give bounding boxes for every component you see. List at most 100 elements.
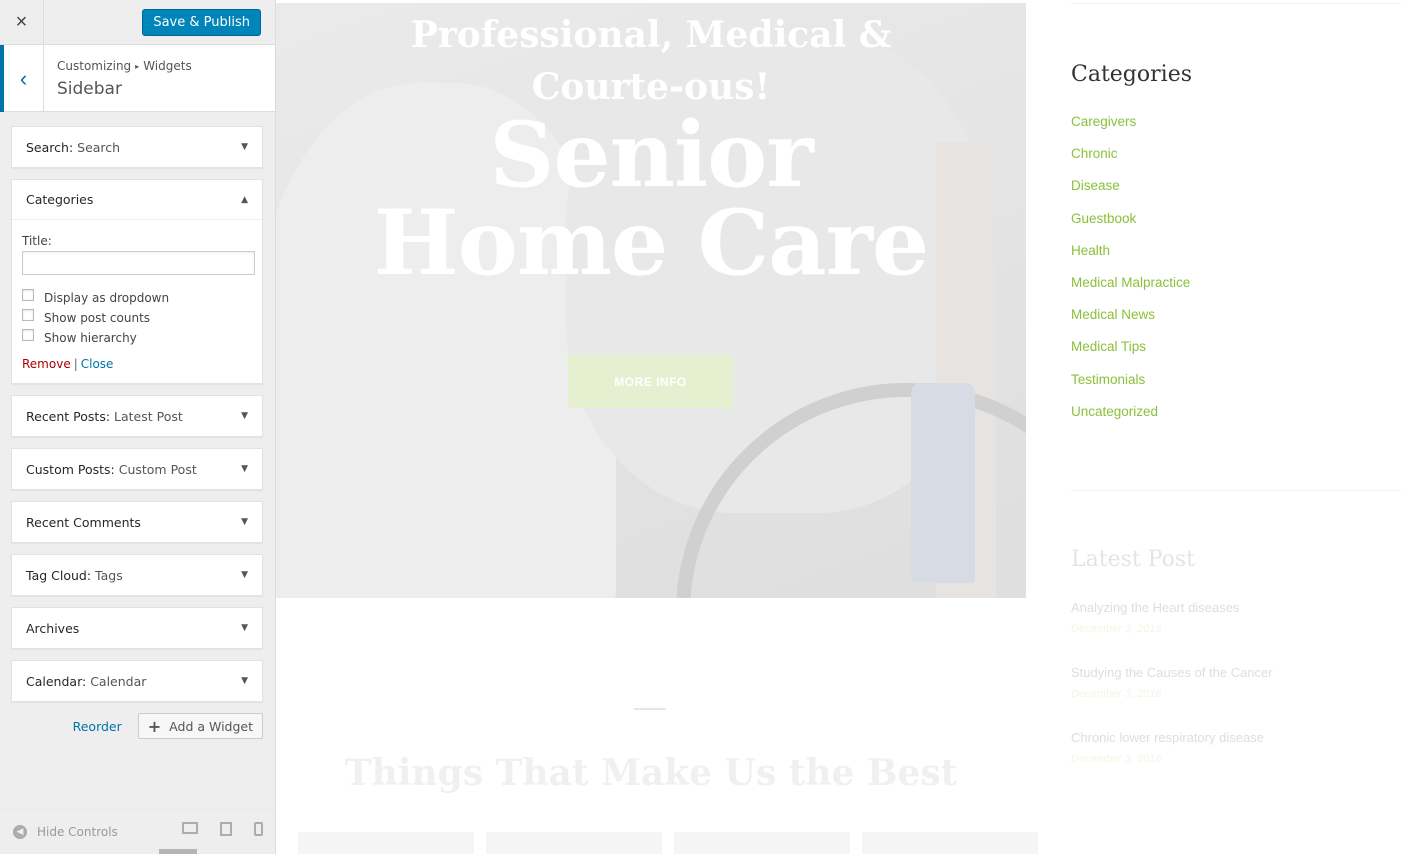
reorder-link[interactable]: Reorder [73,719,122,734]
latest-post-item: Analyzing the Heart diseases December 3,… [1071,600,1273,665]
widget-header[interactable]: Categories ▲ [12,180,262,220]
widget-name: Archives [26,620,80,636]
category-link[interactable]: Uncategorized [1071,404,1190,436]
customizer-header: × Save & Publish [0,0,275,45]
widget-archives: Archives ▼ [11,607,263,649]
widget-header[interactable]: Custom Posts: Custom Post ▼ [12,449,262,489]
close-customizer-button[interactable]: × [0,0,44,45]
post-counts-option: Show post counts [22,308,252,328]
more-info-button[interactable]: MORE INFO [568,355,733,408]
category-link[interactable]: Caregivers [1071,114,1190,146]
latest-post-item: Studying the Causes of the Cancer Decemb… [1071,665,1273,730]
category-link[interactable]: Testimonials [1071,372,1190,404]
caret-down-icon[interactable]: ▼ [241,517,248,527]
feature-thumbnail[interactable] [862,832,1038,854]
widget-tag-cloud: Tag Cloud: Tags ▼ [11,554,263,596]
widget-header[interactable]: Recent Comments ▼ [12,502,262,542]
tablet-preview-icon[interactable] [220,822,232,836]
widget-header[interactable]: Tag Cloud: Tags ▼ [12,555,262,595]
widget-actions: Remove | Close [22,357,252,371]
latest-post-heading: Latest Post [1071,547,1195,572]
sidebar-divider [1071,490,1401,491]
widget-title: Custom Post [118,461,197,477]
customizer-footer: ◀ Hide Controls [0,809,275,854]
category-link[interactable]: Chronic [1071,146,1190,178]
post-date: December 3, 2016 [1071,623,1162,635]
post-date: December 3, 2016 [1071,753,1162,765]
widget-header[interactable]: Search: Search ▼ [12,127,262,167]
widget-header[interactable]: Recent Posts: Latest Post ▼ [12,396,262,436]
categories-list: Caregivers Chronic Disease Guestbook Hea… [1071,114,1190,436]
category-link[interactable]: Guestbook [1071,211,1190,243]
category-link[interactable]: Medical News [1071,307,1190,339]
latest-post-item: Chronic lower respiratory disease Decemb… [1071,730,1273,795]
hero-title-line: Senior [489,102,813,208]
category-link[interactable]: Medical Tips [1071,339,1190,371]
caret-down-icon[interactable]: ▼ [241,142,248,152]
feature-thumbnail[interactable] [298,832,474,854]
dropdown-checkbox[interactable] [22,289,34,301]
section-titles: Customizing ▸ Widgets Sidebar [44,45,192,111]
widget-search: Search: Search ▼ [11,126,263,168]
widget-name: Custom Posts [26,461,111,477]
widget-title: Search [77,139,121,155]
customizer-panel: × Save & Publish ‹ Customizing ▸ Widgets S… [0,0,276,854]
caret-down-icon[interactable]: ▼ [241,411,248,421]
post-title-link[interactable]: Analyzing the Heart diseases [1071,600,1273,615]
category-link[interactable]: Disease [1071,178,1190,210]
mobile-preview-icon[interactable] [254,822,263,836]
latest-posts-list: Analyzing the Heart diseases December 3,… [1071,600,1273,795]
hierarchy-checkbox[interactable] [22,329,34,341]
device-switcher [182,822,263,836]
widget-name: Categories [26,192,94,207]
section-divider [634,708,666,710]
widget-title: Tags [95,567,123,583]
hide-controls-label: Hide Controls [37,825,118,839]
post-title-link[interactable]: Chronic lower respiratory disease [1071,730,1273,745]
widget-title: Latest Post [114,408,183,424]
category-link[interactable]: Medical Malpractice [1071,275,1190,307]
save-publish-button[interactable]: Save & Publish [142,8,261,36]
post-date: December 3, 2016 [1071,688,1162,700]
post-counts-label: Show post counts [44,311,151,325]
title-input[interactable] [22,251,255,275]
hierarchy-label: Show hierarchy [44,331,137,345]
caret-down-icon[interactable]: ▼ [241,623,248,633]
add-widget-button[interactable]: + Add a Widget [137,713,263,739]
breadcrumb-root: Customizing [57,59,132,73]
plus-icon: + [147,716,162,736]
widget-header[interactable]: Calendar: Calendar ▼ [12,661,262,701]
hero-title-line: Home Care [373,190,930,296]
site-preview: Professional, Medical & Courte-ous! Seni… [276,0,1419,854]
section-header: ‹ Customizing ▸ Widgets Sidebar [0,45,275,112]
hide-controls-button[interactable]: ◀ Hide Controls [13,825,118,839]
categories-heading: Categories [1071,62,1192,87]
widget-footer: Reorder + Add a Widget [11,713,263,739]
hero-title: Senior Home Care [276,102,1026,296]
widget-name: Recent Comments [26,514,141,530]
caret-down-icon[interactable]: ▼ [241,464,248,474]
desktop-preview-icon[interactable] [182,822,198,834]
features-heading: Things That Make Us the Best [344,752,958,794]
caret-down-icon[interactable]: ▼ [241,570,248,580]
feature-thumbnail[interactable] [486,832,662,854]
widget-recent-comments: Recent Comments ▼ [11,501,263,543]
sidebar-divider [1071,3,1401,4]
dropdown-option: Display as dropdown [22,288,252,308]
post-counts-checkbox[interactable] [22,309,34,321]
category-link[interactable]: Health [1071,243,1190,275]
post-title-link[interactable]: Studying the Causes of the Cancer [1071,665,1273,680]
title-label: Title: [22,234,52,248]
hierarchy-option: Show hierarchy [22,328,252,348]
back-button[interactable]: ‹ [0,45,44,112]
feature-thumbnail[interactable] [674,832,850,854]
caret-up-icon[interactable]: ▲ [241,195,248,205]
widget-custom-posts: Custom Posts: Custom Post ▼ [11,448,263,490]
widget-name: Recent Posts [26,408,106,424]
widget-form: Title: Display as dropdown Show post cou… [12,220,262,383]
close-link[interactable]: Close [81,357,114,371]
remove-link[interactable]: Remove [22,357,71,371]
caret-down-icon[interactable]: ▼ [241,676,248,686]
widget-header[interactable]: Archives ▼ [12,608,262,648]
widget-title: Calendar [90,673,147,689]
